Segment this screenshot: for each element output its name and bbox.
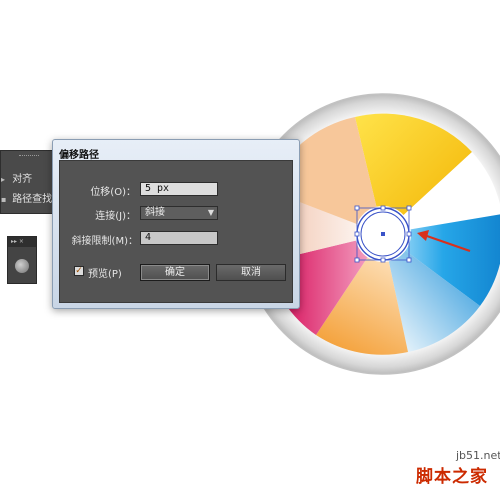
joins-label: 连接(J)：: [95, 211, 136, 222]
watermark-site: jb51.net: [456, 449, 500, 462]
offset-path-dialog: 偏移路径 位移(O)： 5 px 连接(J)： 斜接 ▼ 斜接限制(M)： 4 …: [52, 139, 300, 309]
side-item-align[interactable]: ▸ 对齐: [1, 171, 32, 189]
preview-label: 预览(P): [88, 269, 122, 280]
miter-limit-label: 斜接限制(M)：: [71, 236, 138, 247]
watermark-name: 脚本之家: [416, 467, 488, 487]
panel-grip[interactable]: [19, 155, 39, 158]
ok-button[interactable]: 确定: [140, 264, 210, 281]
offset-label: 位移(O)：: [90, 187, 136, 198]
miter-limit-input[interactable]: 4: [140, 231, 218, 245]
joins-select[interactable]: 斜接 ▼: [140, 206, 218, 220]
pathfinder-icon: ▪: [1, 195, 7, 204]
dialog-title: 偏移路径: [59, 150, 99, 161]
dialog-body: 位移(O)： 5 px 连接(J)： 斜接 ▼ 斜接限制(M)： 4 ✓ 预览(…: [59, 160, 293, 303]
offset-input[interactable]: 5 px: [140, 182, 218, 196]
cancel-button[interactable]: 取消: [216, 264, 286, 281]
align-icon: ▸: [1, 175, 6, 184]
align-pathfinder-panel: ▸ 对齐 ▪ 路径查找器: [0, 150, 62, 214]
appearance-icon[interactable]: [15, 259, 29, 273]
chevron-down-icon: ▼: [207, 208, 214, 217]
mini-panel-collapse-icon[interactable]: ▸▸ ×: [8, 237, 36, 247]
mini-tool-panel: ▸▸ ×: [7, 236, 37, 284]
preview-checkbox[interactable]: ✓: [74, 266, 84, 276]
